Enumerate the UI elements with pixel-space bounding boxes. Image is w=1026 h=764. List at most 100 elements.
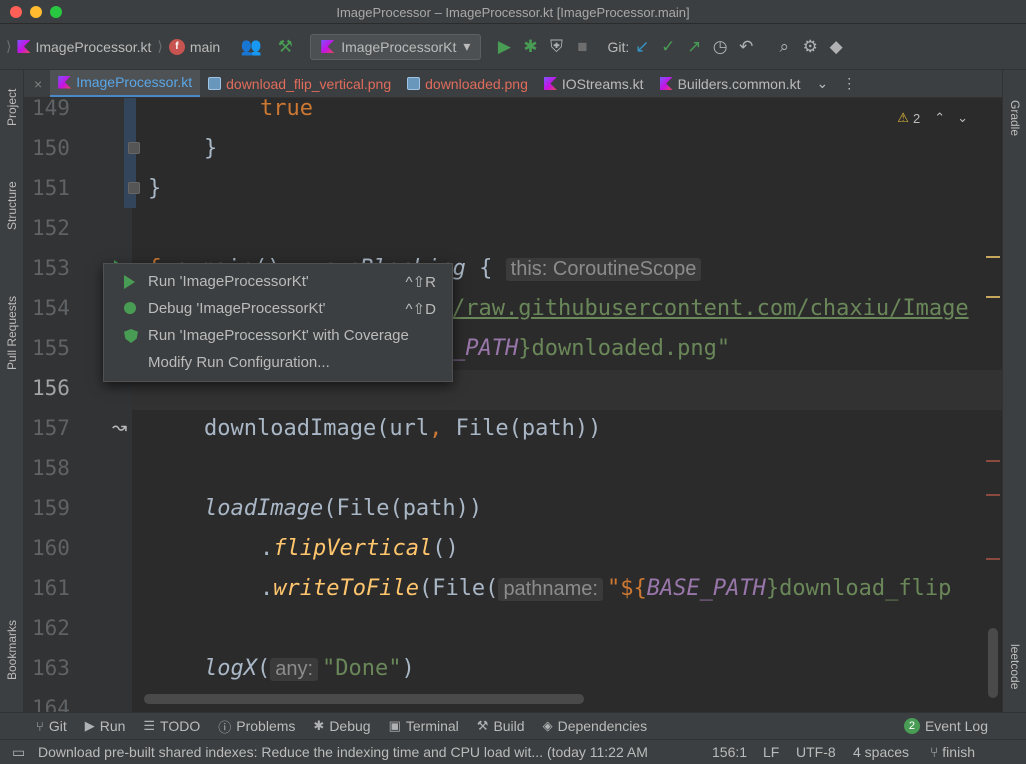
dependencies-tool-button[interactable]: ◈ Dependencies xyxy=(543,718,648,734)
menu-item-modify-run-configuration[interactable]: Modify Run Configuration... xyxy=(104,349,452,376)
coverage-icon xyxy=(124,329,138,343)
tool-window-bar: ⑂ Git ▶ Run ☰ TODO ⓘ Problems ✱ Debug ▣ Termin… xyxy=(0,712,1026,739)
code-token: File(path)) xyxy=(442,416,602,441)
settings-gear-icon[interactable]: ⚙ xyxy=(797,34,823,60)
url-string-token[interactable]: /raw.githubusercontent.com/chaxiu/Image xyxy=(452,296,969,321)
more-options-icon[interactable]: ⋮ xyxy=(842,75,856,92)
leetcode-tool-button[interactable]: leetcode xyxy=(1008,644,1022,689)
debug-icon xyxy=(124,302,136,314)
tab-imageprocessor-kt[interactable]: ImageProcessor.kt xyxy=(50,70,201,97)
fold-marker-icon[interactable] xyxy=(128,142,140,154)
build-tool-button[interactable]: ⚒ Build xyxy=(477,718,525,734)
left-tool-strip: Project Structure Pull Requests Bookmark… xyxy=(0,70,24,712)
line-separator[interactable]: LF xyxy=(763,744,779,760)
build-hammer-icon[interactable]: ⚒ xyxy=(272,34,298,60)
event-log-tool-button[interactable]: 2 Event Log xyxy=(903,718,988,734)
inlay-hint: pathname: xyxy=(498,578,603,601)
git-update-icon[interactable]: ↙ xyxy=(629,34,655,60)
breadcrumb-function[interactable]: f main xyxy=(168,38,220,55)
git-push-icon[interactable]: ↗ xyxy=(681,34,707,60)
git-tool-button[interactable]: ⑂ Git xyxy=(36,718,67,734)
line-number: 160 xyxy=(32,536,70,560)
code-token: (File( xyxy=(418,576,499,601)
code-token: downloadImage xyxy=(204,416,377,441)
todo-tool-button[interactable]: ☰ TODO xyxy=(143,718,200,734)
marker xyxy=(986,296,1000,298)
git-label: Git: xyxy=(607,38,630,55)
terminal-tool-button[interactable]: ▣ Terminal xyxy=(389,718,459,734)
kotlin-file-icon xyxy=(17,40,31,53)
structure-tool-button[interactable]: Structure xyxy=(5,181,19,230)
run-icon[interactable]: ▶ xyxy=(491,34,517,60)
bookmarks-tool-button[interactable]: Bookmarks xyxy=(5,620,19,680)
tab-label: ImageProcessor.kt xyxy=(76,74,193,90)
stop-icon[interactable]: ■ xyxy=(569,34,595,60)
run-tool-button[interactable]: ▶ Run xyxy=(85,718,126,734)
vertical-scrollbar[interactable] xyxy=(988,628,998,698)
chevron-up-icon[interactable]: ⌃ xyxy=(934,110,945,126)
code-line-160: .flipVertical() xyxy=(260,536,459,561)
horizontal-scrollbar[interactable] xyxy=(144,694,584,704)
code-token: , xyxy=(429,416,443,441)
list-icon: ☰ xyxy=(143,718,156,733)
chevron-down-icon: ▾ xyxy=(463,38,471,54)
panel-toggle-icon[interactable]: ▭ xyxy=(12,744,25,761)
indent-setting[interactable]: 4 spaces xyxy=(853,744,909,760)
run-configuration-select[interactable]: ImageProcessorKt ▾ xyxy=(310,33,482,60)
debug-icon[interactable]: ✱ xyxy=(517,34,543,60)
menu-item-label: Run 'ImageProcessorKt' xyxy=(148,273,309,290)
template-token: BASE_PATH xyxy=(646,576,766,601)
status-message[interactable]: Download pre-built shared indexes: Reduc… xyxy=(38,744,648,760)
plugin-logo-icon[interactable]: ◆ xyxy=(823,34,849,60)
rollback-icon[interactable]: ↶ xyxy=(733,34,759,60)
close-icon[interactable]: × xyxy=(34,76,42,92)
history-icon[interactable]: ◷ xyxy=(707,34,733,60)
tab-label: downloaded.png xyxy=(425,75,528,92)
tab-iostreams-kt[interactable]: IOStreams.kt xyxy=(536,70,652,97)
file-encoding[interactable]: UTF-8 xyxy=(796,744,836,760)
fold-marker-icon[interactable] xyxy=(128,182,140,194)
menu-item-run-with-coverage[interactable]: Run 'ImageProcessorKt' with Coverage xyxy=(104,322,452,349)
breadcrumb-file-label: ImageProcessor.kt xyxy=(35,38,152,55)
run-gutter-popup-menu: Run 'ImageProcessorKt' ^⇧R Debug 'ImagePr… xyxy=(103,263,453,382)
tab-builders-common-kt[interactable]: Builders.common.kt xyxy=(652,70,809,97)
project-tool-button[interactable]: Project xyxy=(5,89,19,126)
kotlin-run-config-icon xyxy=(321,40,335,53)
marker xyxy=(986,558,1000,560)
info-icon: ⓘ xyxy=(218,719,232,735)
pull-requests-tool-button[interactable]: Pull Requests xyxy=(5,296,19,370)
code-token: flipVertical xyxy=(273,536,433,561)
breadcrumb-chevron-icon: ⟩ xyxy=(157,38,163,54)
search-icon[interactable]: ⌕ xyxy=(771,34,797,60)
menu-item-shortcut: ^⇧R xyxy=(405,273,436,291)
gradle-tool-button[interactable]: Gradle xyxy=(1008,100,1022,136)
debug-icon: ✱ xyxy=(313,718,325,733)
error-stripe xyxy=(982,98,1002,712)
inlay-hint: this: CoroutineScope xyxy=(505,258,702,281)
template-token: _PATH xyxy=(452,336,519,361)
code-editor[interactable]: 149 150 151 152 153 154 155 156 157 158 … xyxy=(24,98,1002,712)
user-icon[interactable]: 👥 xyxy=(238,34,264,60)
code-line-149: true xyxy=(260,98,313,121)
debug-tool-button[interactable]: ✱ Debug xyxy=(313,718,370,734)
inspection-widget[interactable]: ⚠ 2 ⌃ ⌄ xyxy=(897,110,968,126)
code-token: (url xyxy=(376,416,430,441)
chevron-down-icon[interactable]: ⌄ xyxy=(957,110,968,126)
git-commit-icon[interactable]: ✓ xyxy=(655,34,681,60)
menu-item-run[interactable]: Run 'ImageProcessorKt' ^⇧R xyxy=(104,268,452,295)
menu-item-label: Modify Run Configuration... xyxy=(148,354,330,371)
chevron-down-icon[interactable]: ⌄ xyxy=(817,75,829,92)
git-branch[interactable]: ⑂ finish xyxy=(930,744,975,760)
tab-downloaded-png[interactable]: downloaded.png xyxy=(399,70,536,97)
caret-position[interactable]: 156:1 xyxy=(712,744,747,760)
tab-download-flip-vertical-png[interactable]: download_flip_vertical.png xyxy=(200,70,399,97)
terminal-icon: ▣ xyxy=(388,718,401,733)
tool-label: TODO xyxy=(160,718,201,734)
coverage-icon[interactable]: ⛨ xyxy=(543,34,569,60)
code-token: logX xyxy=(204,656,257,681)
problems-tool-button[interactable]: ⓘ Problems xyxy=(218,717,295,736)
breadcrumb-file[interactable]: ImageProcessor.kt xyxy=(17,39,151,55)
menu-item-label: Run 'ImageProcessorKt' with Coverage xyxy=(148,327,409,344)
event-count-badge: 2 xyxy=(903,718,920,734)
menu-item-debug[interactable]: Debug 'ImageProcessorKt' ^⇧D xyxy=(104,295,452,322)
